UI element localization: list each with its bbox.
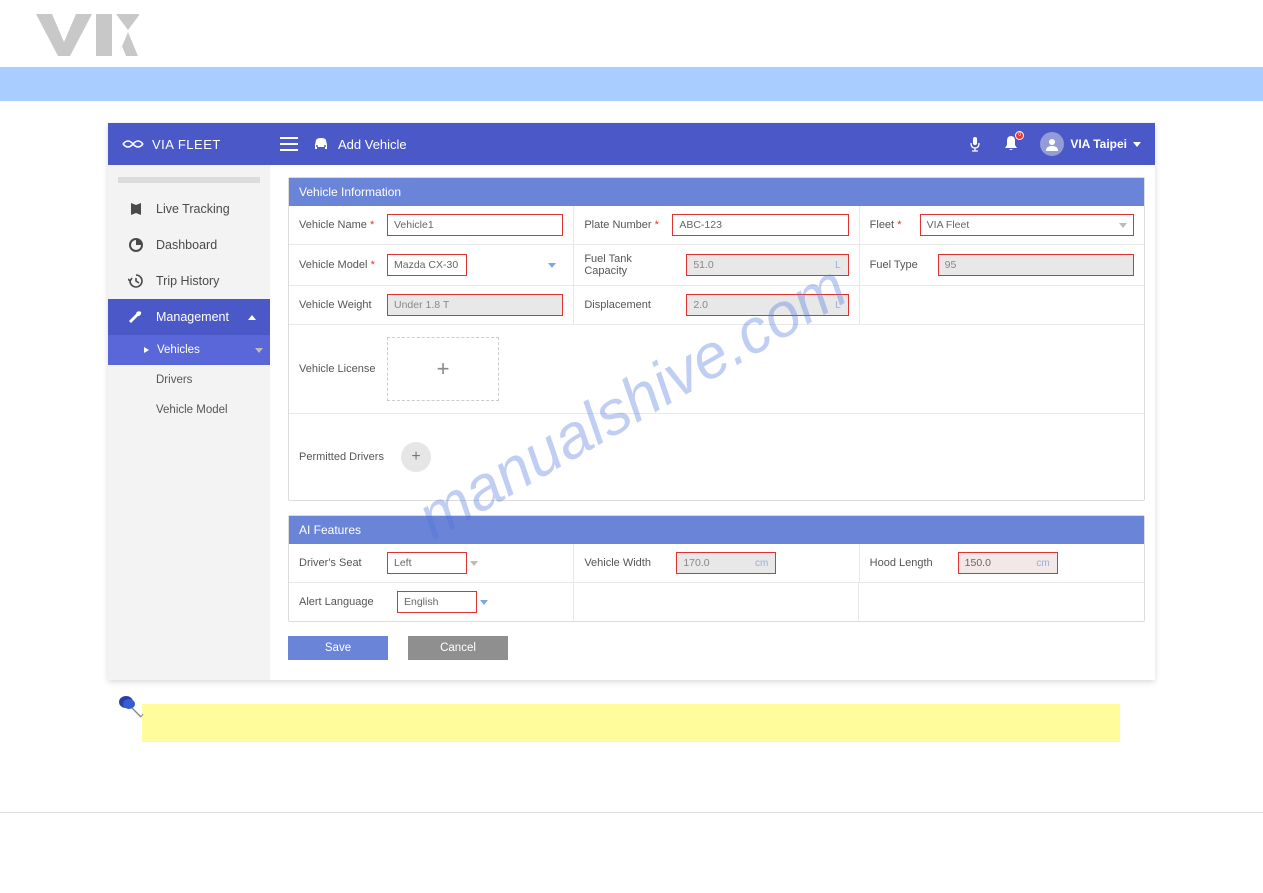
via-corp-logo	[34, 12, 139, 57]
gauge-icon	[128, 237, 144, 253]
brand-icon	[122, 137, 144, 151]
page-outer-header	[0, 0, 1263, 67]
alert-language-select[interactable]	[397, 591, 477, 613]
label-hood-length: Hood Length	[870, 557, 948, 569]
sidebar-item-label: Trip History	[156, 274, 219, 288]
unit-l: L	[835, 300, 841, 311]
sidebar-item-label: Live Tracking	[156, 202, 230, 216]
page-title: Add Vehicle	[338, 137, 407, 152]
vehicle-name-input[interactable]	[387, 214, 563, 236]
sidebar-item-management[interactable]: Management	[108, 299, 270, 335]
label-fuel-type: Fuel Type	[870, 259, 928, 271]
label-fuel-tank: Fuel Tank Capacity	[584, 253, 676, 277]
footer-divider	[0, 812, 1263, 813]
wrench-icon	[128, 309, 144, 325]
label-permitted-drivers: Permitted Drivers	[299, 451, 391, 463]
cancel-button[interactable]: Cancel	[408, 636, 508, 660]
map-pin-icon	[128, 201, 144, 217]
brand: VIA FLEET	[122, 137, 280, 152]
unit-l: L	[835, 260, 841, 271]
sidebar-sub-drivers[interactable]: Drivers	[108, 365, 270, 395]
save-button[interactable]: Save	[288, 636, 388, 660]
label-plate-number: Plate Number *	[584, 219, 662, 231]
user-menu[interactable]: VIA Taipei	[1040, 132, 1141, 156]
sidebar-scroll-indicator	[118, 177, 260, 183]
mic-icon[interactable]	[968, 136, 982, 152]
unit-cm: cm	[755, 558, 768, 569]
hamburger-icon[interactable]	[280, 137, 298, 151]
car-icon	[312, 137, 330, 151]
label-vehicle-model: Vehicle Model *	[299, 259, 377, 271]
label-vehicle-weight: Vehicle Weight	[299, 299, 377, 311]
sidebar-item-label: Dashboard	[156, 238, 217, 252]
plate-number-input[interactable]	[672, 214, 848, 236]
label-alert-language: Alert Language	[299, 596, 387, 608]
header-blue-band	[0, 67, 1263, 101]
content-area: Vehicle Information Vehicle Name * Plate…	[270, 165, 1155, 680]
label-vehicle-width: Vehicle Width	[584, 557, 666, 569]
fleet-select[interactable]	[920, 214, 1134, 236]
sidebar-item-dashboard[interactable]: Dashboard	[108, 227, 270, 263]
chevron-up-icon	[248, 315, 256, 320]
brand-text: VIA FLEET	[152, 137, 221, 152]
label-driver-seat: Driver's Seat	[299, 557, 377, 569]
add-driver-button[interactable]: +	[401, 442, 431, 472]
triangle-right-icon	[144, 347, 149, 353]
sidebar-sub-label: Vehicles	[157, 344, 200, 356]
fuel-type-input[interactable]	[938, 254, 1134, 276]
user-name: VIA Taipei	[1070, 137, 1127, 151]
panel-header: Vehicle Information	[289, 178, 1144, 206]
pushpin-icon	[116, 692, 144, 720]
ai-features-panel: AI Features Driver's Seat Vehicle Width …	[288, 515, 1145, 622]
history-icon	[128, 273, 144, 289]
plus-icon: +	[411, 448, 420, 466]
label-vehicle-name: Vehicle Name *	[299, 219, 377, 231]
sidebar-sub-label: Drivers	[156, 374, 192, 386]
caret-down-icon	[1133, 142, 1141, 147]
panel-header: AI Features	[289, 516, 1144, 544]
label-vehicle-license: Vehicle License	[299, 363, 377, 375]
sidebar-item-live-tracking[interactable]: Live Tracking	[108, 191, 270, 227]
displacement-input[interactable]	[686, 294, 848, 316]
sidebar-sub-label: Vehicle Model	[156, 404, 228, 416]
vehicle-license-upload[interactable]: +	[387, 337, 499, 401]
note-bar	[142, 704, 1120, 742]
notifications-button[interactable]: 0	[1004, 135, 1018, 154]
sidebar-sub-vehicles[interactable]: Vehicles	[108, 335, 270, 365]
app-shell: VIA FLEET Add Vehicle 0 VIA Taipei	[108, 123, 1155, 680]
label-fleet: Fleet *	[870, 219, 910, 231]
bell-badge: 0	[1015, 131, 1024, 140]
unit-cm: cm	[1036, 558, 1049, 569]
fuel-tank-input[interactable]	[686, 254, 848, 276]
note-callout	[108, 704, 1120, 742]
vehicle-weight-input[interactable]	[387, 294, 563, 316]
plus-icon: +	[437, 356, 450, 382]
label-displacement: Displacement	[584, 299, 676, 311]
vehicle-info-panel: Vehicle Information Vehicle Name * Plate…	[288, 177, 1145, 501]
sidebar-sub-vehicle-model[interactable]: Vehicle Model	[108, 395, 270, 425]
sidebar: Live Tracking Dashboard Trip History Man…	[108, 165, 270, 680]
sidebar-item-label: Management	[156, 310, 229, 324]
driver-seat-select[interactable]	[387, 552, 467, 574]
vehicle-model-select[interactable]	[387, 254, 467, 276]
avatar	[1040, 132, 1064, 156]
app-topbar: VIA FLEET Add Vehicle 0 VIA Taipei	[108, 123, 1155, 165]
sidebar-item-trip-history[interactable]: Trip History	[108, 263, 270, 299]
